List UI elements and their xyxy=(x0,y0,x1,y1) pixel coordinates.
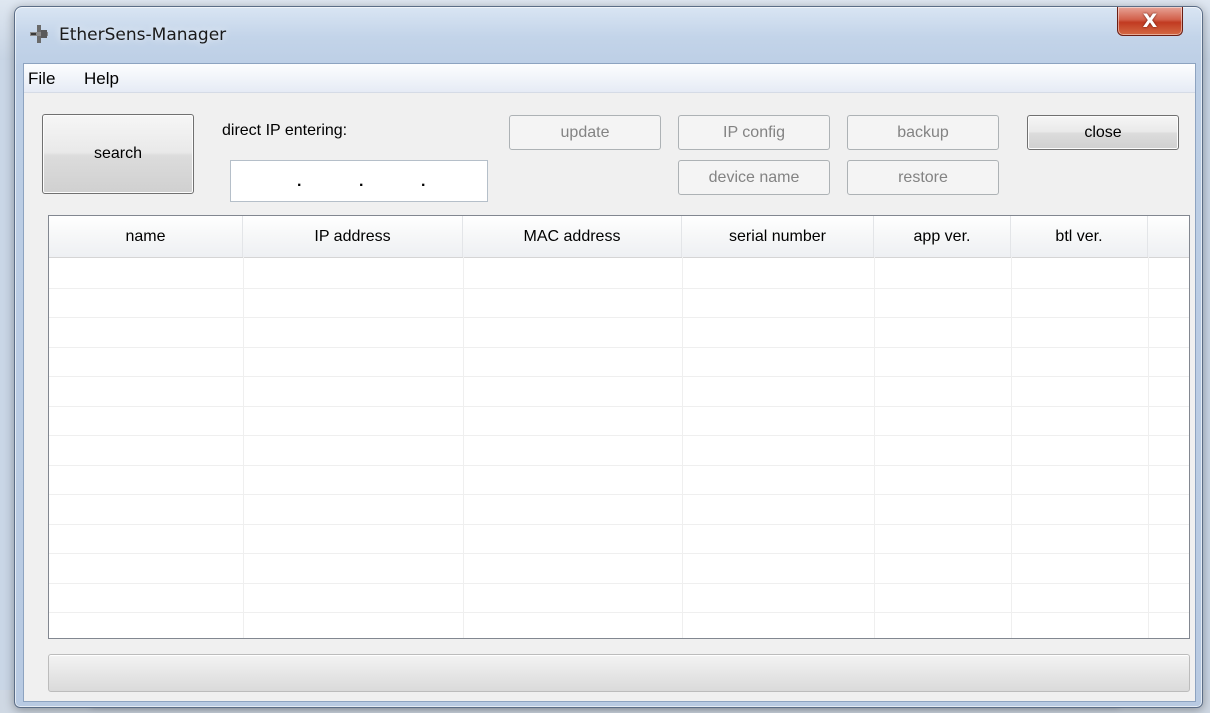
window-title: EtherSens-Manager xyxy=(59,25,227,45)
close-button[interactable]: close xyxy=(1027,115,1179,150)
ip-entry-label: direct IP entering: xyxy=(222,122,348,139)
row-divider xyxy=(49,435,1189,436)
row-divider xyxy=(49,376,1189,377)
main-window: EtherSens-Manager X File Help search dir… xyxy=(14,6,1203,708)
ip-address-input[interactable]: . . . xyxy=(230,160,488,202)
column-divider xyxy=(463,257,464,638)
progress-bar xyxy=(48,654,1190,692)
row-divider xyxy=(49,494,1189,495)
column-header-filler xyxy=(1148,216,1189,257)
search-button[interactable]: search xyxy=(42,114,194,194)
window-close-button[interactable]: X xyxy=(1117,7,1183,36)
row-divider xyxy=(49,524,1189,525)
column-divider xyxy=(1148,257,1149,638)
column-header-app-ver[interactable]: app ver. xyxy=(874,216,1011,257)
column-header-name[interactable]: name xyxy=(49,216,243,257)
menu-help[interactable]: Help xyxy=(82,69,121,89)
update-button[interactable]: update xyxy=(509,115,661,150)
column-divider xyxy=(682,257,683,638)
column-header-mac-address[interactable]: MAC address xyxy=(463,216,682,257)
row-divider xyxy=(49,347,1189,348)
column-divider xyxy=(874,257,875,638)
column-header-btl-ver[interactable]: btl ver. xyxy=(1011,216,1148,257)
network-plug-icon xyxy=(30,25,48,43)
ip-separator: . xyxy=(359,173,364,190)
device-table[interactable]: name IP address MAC address serial numbe… xyxy=(48,215,1190,639)
ip-separator: . xyxy=(421,173,426,190)
row-divider xyxy=(49,583,1189,584)
column-divider xyxy=(243,257,244,638)
row-divider xyxy=(49,288,1189,289)
row-divider xyxy=(49,612,1189,613)
title-bar[interactable]: EtherSens-Manager X xyxy=(15,7,1202,63)
row-divider xyxy=(49,406,1189,407)
device-name-button[interactable]: device name xyxy=(678,160,830,195)
table-header: name IP address MAC address serial numbe… xyxy=(49,216,1189,258)
restore-button[interactable]: restore xyxy=(847,160,999,195)
menu-file[interactable]: File xyxy=(26,69,57,89)
row-divider xyxy=(49,465,1189,466)
column-divider xyxy=(1011,257,1012,638)
column-header-ip-address[interactable]: IP address xyxy=(243,216,463,257)
ip-separator: . xyxy=(297,173,302,190)
menu-bar: File Help xyxy=(24,64,1195,93)
row-divider xyxy=(49,553,1189,554)
row-divider xyxy=(49,317,1189,318)
column-header-serial-number[interactable]: serial number xyxy=(682,216,874,257)
ip-config-button[interactable]: IP config xyxy=(678,115,830,150)
client-area: File Help search direct IP entering: . .… xyxy=(23,63,1196,702)
backup-button[interactable]: backup xyxy=(847,115,999,150)
